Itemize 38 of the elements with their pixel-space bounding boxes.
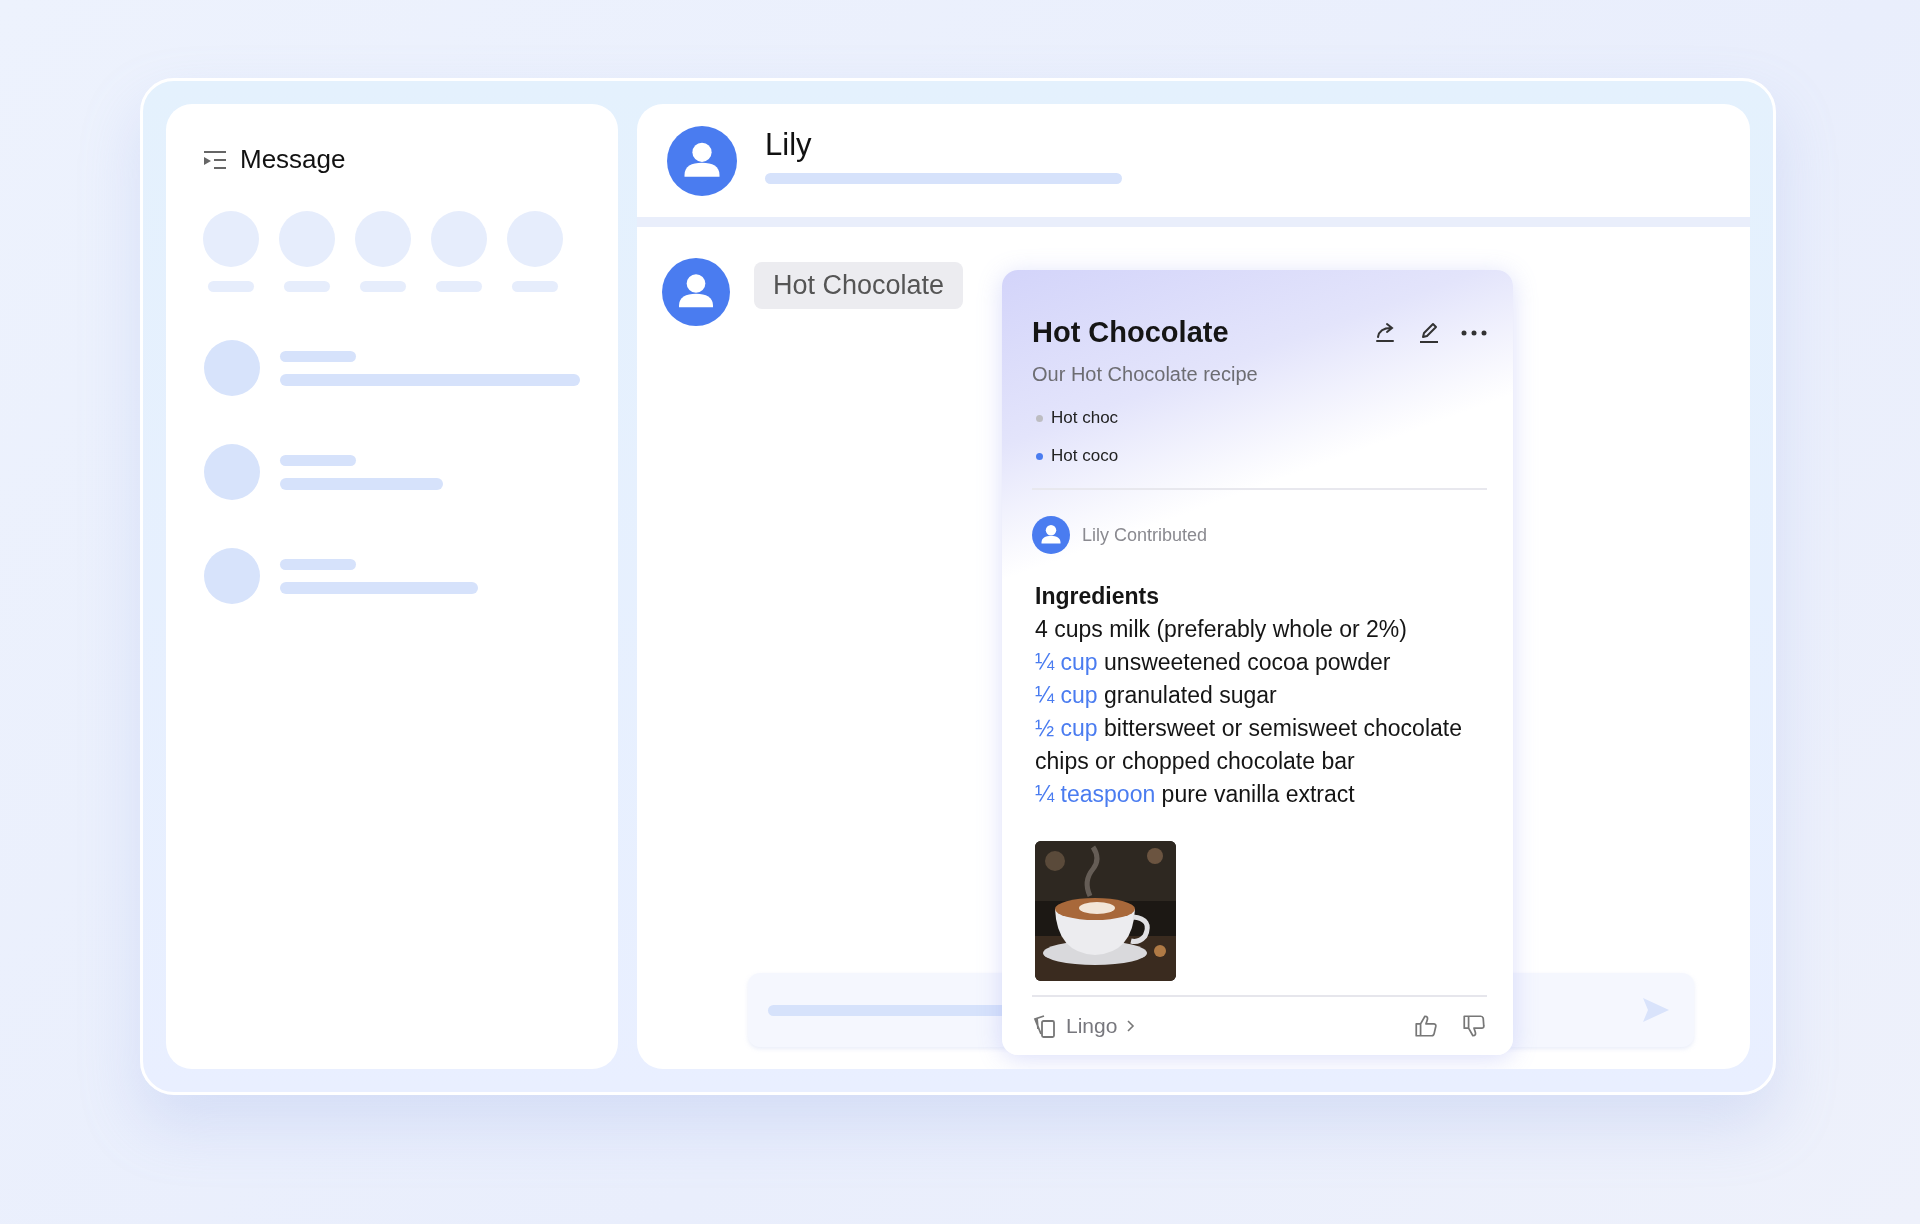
more-icon[interactable]: [1461, 329, 1487, 336]
menu-icon[interactable]: [204, 149, 226, 170]
sidebar-title: Message: [240, 144, 346, 175]
cards-icon: [1032, 1013, 1058, 1039]
placeholder-bar: [512, 281, 558, 292]
contributor-label: Lily Contributed: [1082, 524, 1208, 546]
source-link[interactable]: Lingo: [1032, 1013, 1136, 1039]
placeholder-avatar: [204, 444, 260, 500]
ingredient-line: ¼ cup unsweetened cocoa powder: [1034, 648, 1392, 677]
thumbs-down-icon[interactable]: [1461, 1013, 1487, 1039]
placeholder-bar: [284, 281, 330, 292]
ingredient-line: 4 cups milk (preferably whole or 2%): [1034, 615, 1408, 644]
message-bubble: Hot Chocolate: [754, 262, 964, 309]
placeholder-avatar: [203, 211, 259, 267]
chevron-icon: [1125, 1019, 1136, 1033]
avatar-icon: [667, 125, 737, 196]
placeholder-avatar: [507, 211, 563, 267]
card-subtitle: Our Hot Chocolate recipe: [1032, 363, 1259, 386]
placeholder-bar: [208, 281, 254, 292]
placeholder-avatar: [355, 211, 411, 267]
avatar-icon: [662, 258, 730, 326]
tag-label: Hot coco: [1051, 446, 1119, 466]
share-icon[interactable]: [1373, 320, 1397, 345]
contact-name: Lily: [765, 127, 813, 163]
avatar-icon: [1032, 516, 1070, 554]
ingredient-line: ¼ cup granulated sugar: [1034, 681, 1278, 710]
placeholder-bar: [436, 281, 482, 292]
ingredient-line: ¼ teaspoon pure vanilla extract: [1034, 780, 1356, 809]
placeholder-bar: [360, 281, 406, 292]
placeholder-avatar: [279, 211, 335, 267]
section-heading: Ingredients: [1034, 582, 1160, 611]
card-title: Hot Chocolate: [1032, 316, 1229, 349]
placeholder-avatar: [204, 340, 260, 396]
placeholder-avatar: [204, 548, 260, 604]
thumbs-up-icon[interactable]: [1413, 1013, 1439, 1039]
edit-icon[interactable]: [1417, 320, 1441, 345]
tag-label: Hot choc: [1051, 408, 1119, 428]
placeholder-avatar: [431, 211, 487, 267]
